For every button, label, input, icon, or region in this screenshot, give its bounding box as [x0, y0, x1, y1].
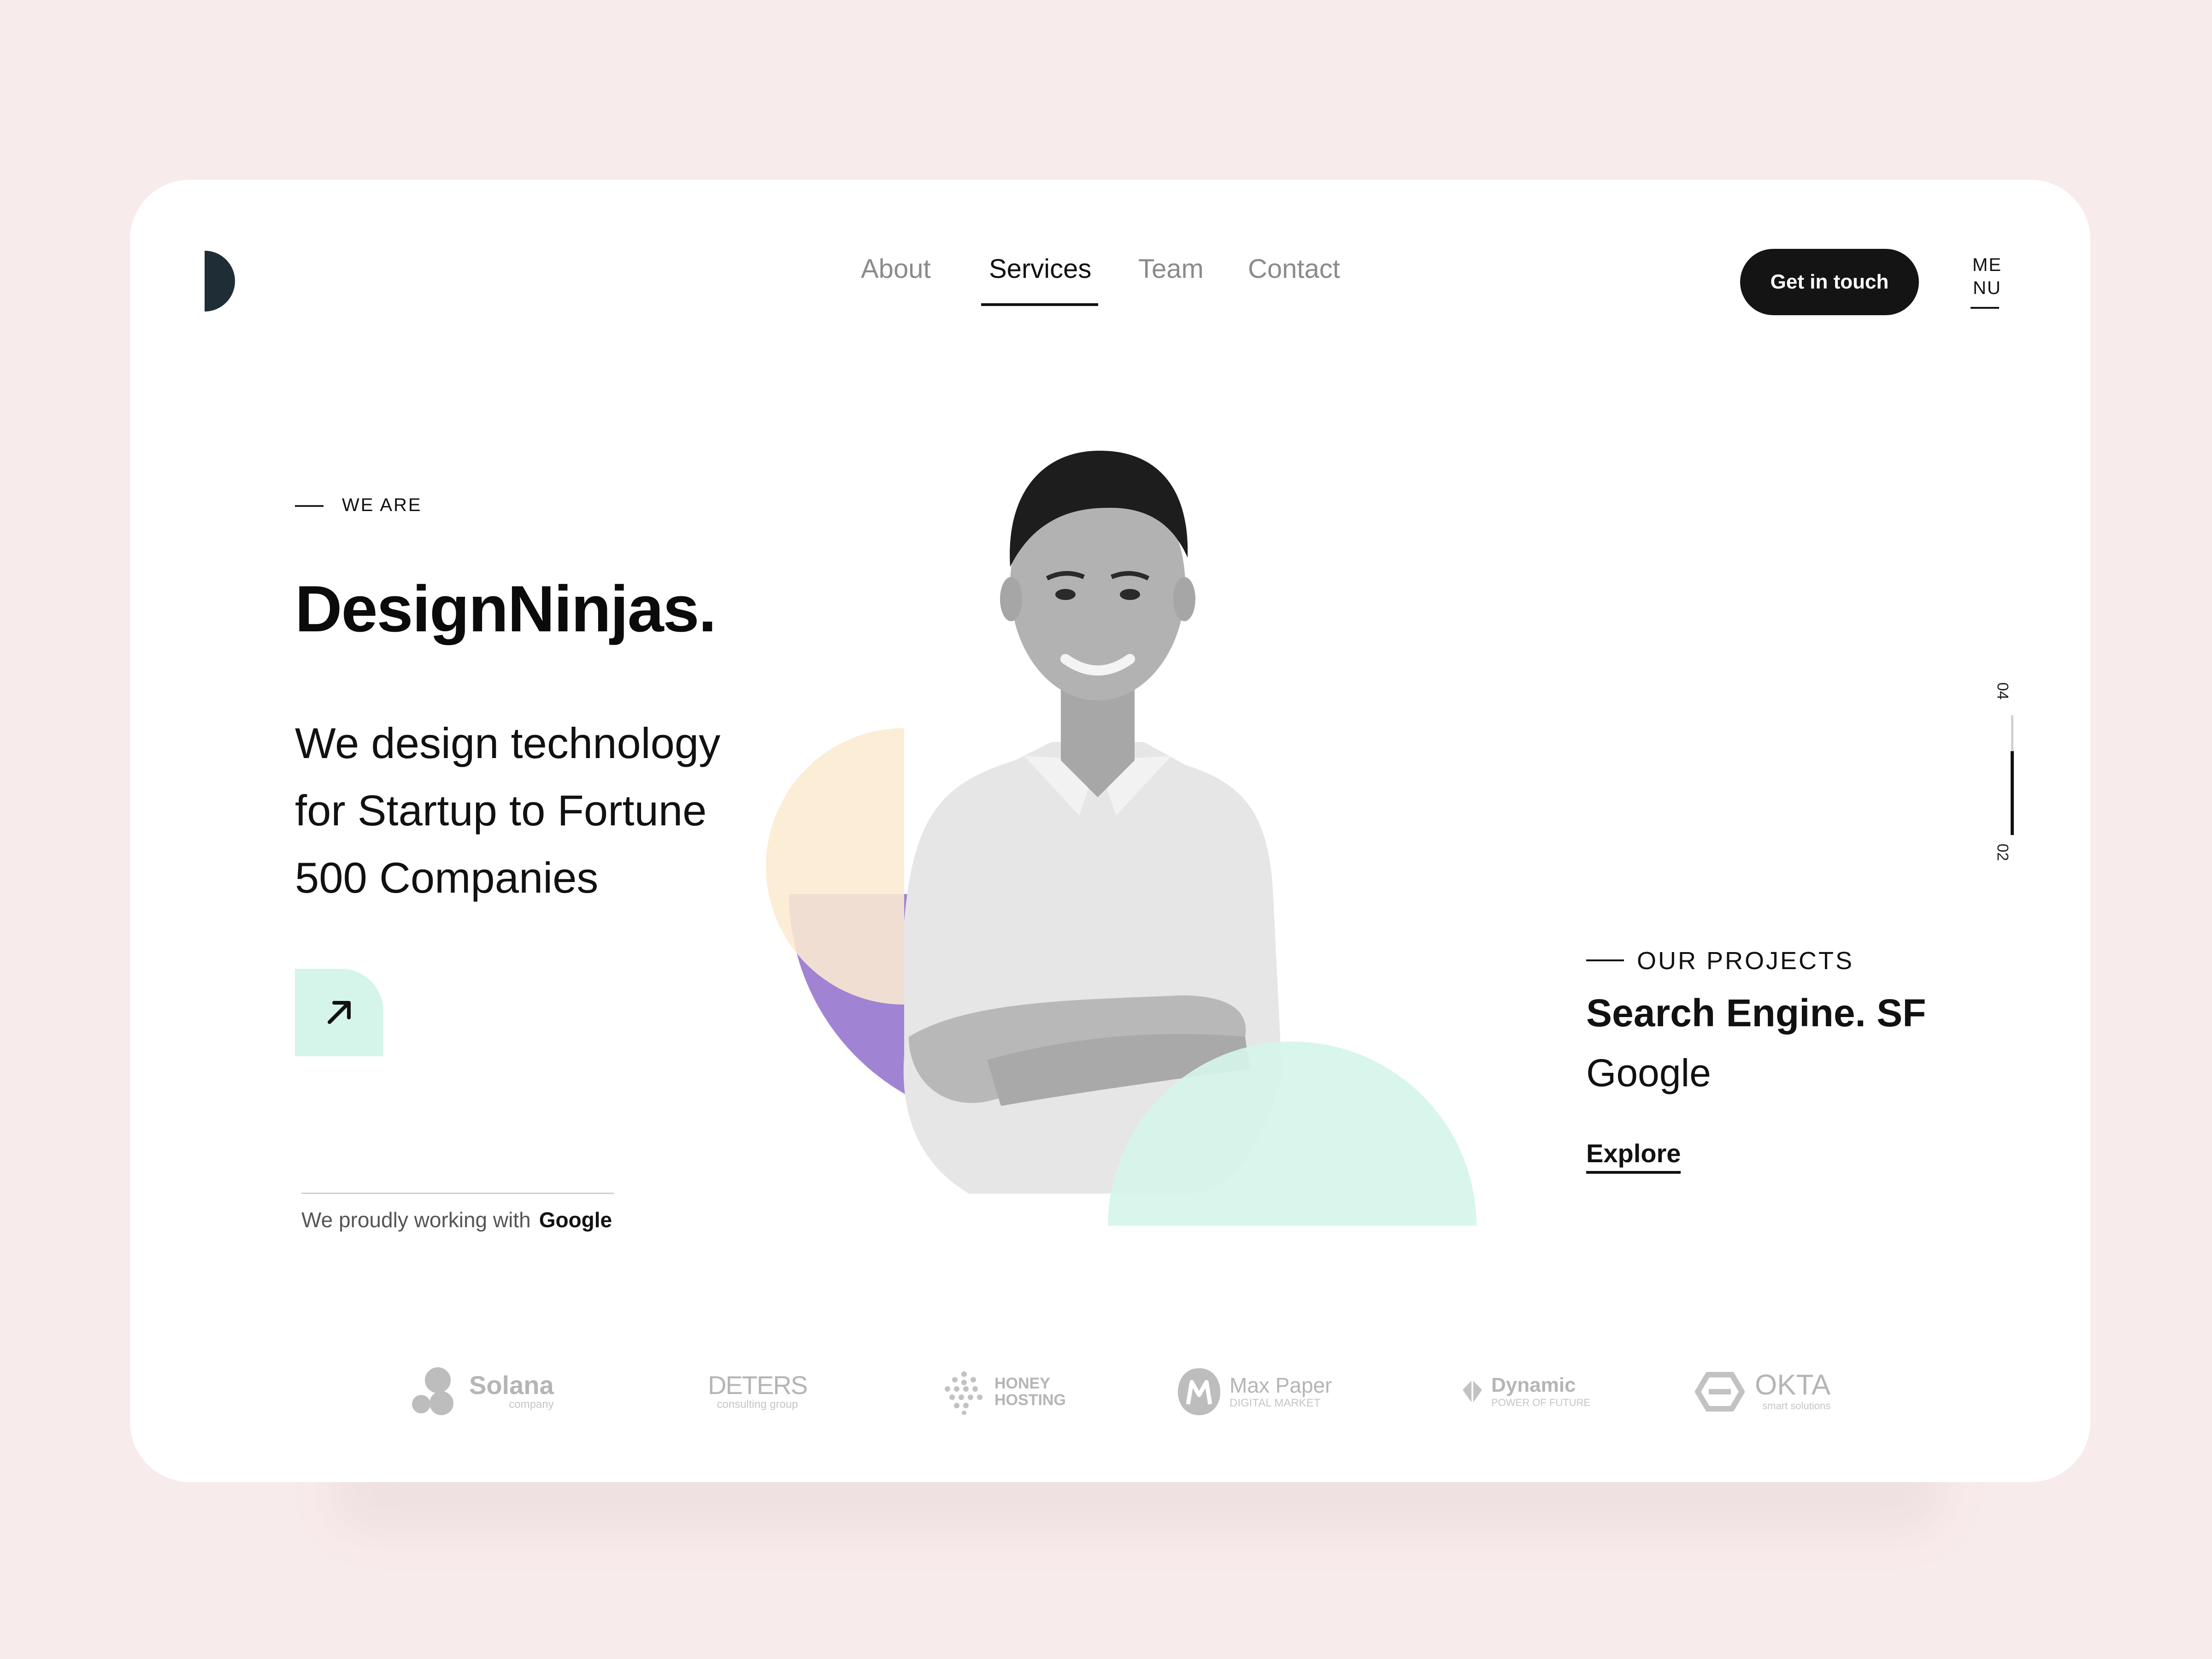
- client-logos: Solana company DETERS consulting group HON…: [130, 1355, 2090, 1447]
- client-name: HONEY: [994, 1375, 1050, 1392]
- nav-about[interactable]: About: [861, 253, 931, 284]
- client-logo-maxpaper[interactable]: Max Paper DIGITAL MARKET: [1176, 1355, 1332, 1429]
- partner-statement: We proudly working with Google: [301, 1207, 612, 1232]
- hero-brand-title: DesignNinjas.: [295, 572, 717, 646]
- landing-card: About Services Team Contact Get in touch…: [130, 180, 2090, 1482]
- eyebrow-dash: [295, 505, 324, 507]
- arrow-up-right-icon: [328, 1001, 351, 1024]
- diamond-logo-icon: [1463, 1380, 1482, 1404]
- client-sub: DIGITAL MARKET: [1230, 1397, 1321, 1409]
- project-title: Search Engine. SF: [1586, 991, 1926, 1035]
- solana-logo-icon: [412, 1367, 453, 1415]
- menu-underline: [1971, 307, 1999, 309]
- nav-services[interactable]: Services: [989, 253, 1091, 284]
- client-name: Max Paper: [1230, 1373, 1332, 1397]
- client-logo-deters[interactable]: DETERS consulting group: [708, 1355, 808, 1429]
- project-eyebrow: OUR PROJECTS: [1637, 947, 1854, 975]
- nav-contact[interactable]: Contact: [1248, 253, 1340, 284]
- client-name: DETERS: [708, 1371, 808, 1400]
- partner-name: Google: [539, 1208, 612, 1232]
- client-logo-honey[interactable]: HONEY HOSTING: [941, 1355, 1066, 1429]
- hero-tagline: We design technology for Startup to Fort…: [295, 719, 721, 902]
- client-sub: POWER OF FUTURE: [1491, 1397, 1591, 1408]
- partner-prefix: We proudly working with: [301, 1208, 531, 1232]
- client-name: Dynamic: [1491, 1374, 1576, 1396]
- client-logo-okta[interactable]: OKTA smart solutions: [1692, 1355, 1830, 1429]
- nav-team[interactable]: Team: [1138, 253, 1204, 284]
- partner-divider: [301, 1193, 614, 1194]
- m-logo-icon: [1178, 1368, 1220, 1415]
- slider-progress: [2011, 751, 2014, 835]
- client-name: OKTA: [1755, 1369, 1831, 1401]
- hero-arrow-button[interactable]: [295, 969, 383, 1056]
- explore-link[interactable]: Explore: [1586, 1138, 1681, 1174]
- project-client: Google: [1586, 1051, 1711, 1094]
- menu-button[interactable]: ME NU: [1969, 253, 2006, 300]
- menu-label-line2: NU: [1973, 278, 2001, 298]
- project-eyebrow-dash: [1586, 959, 1624, 961]
- s-hex-logo-icon: [1695, 1372, 1745, 1412]
- client-name: Solana: [469, 1371, 554, 1400]
- hero-eyebrow: WE ARE: [342, 495, 422, 515]
- get-in-touch-button[interactable]: Get in touch: [1740, 249, 1919, 315]
- nav-active-indicator: [981, 303, 1098, 306]
- slider-current: 02: [1994, 843, 2012, 861]
- slider-total: 04: [1994, 682, 2012, 700]
- client-sub: HOSTING: [994, 1391, 1066, 1409]
- client-logo-solana[interactable]: Solana company: [411, 1355, 554, 1429]
- cream-half-circle: [766, 728, 904, 1005]
- menu-label-line1: ME: [1972, 255, 2002, 275]
- client-logo-dynamic[interactable]: Dynamic POWER OF FUTURE: [1461, 1355, 1590, 1429]
- honey-dots-logo-icon: [945, 1371, 982, 1415]
- client-sub: company: [509, 1398, 554, 1411]
- client-sub: smart solutions: [1762, 1400, 1831, 1412]
- hero-illustration: [766, 450, 1477, 1226]
- client-sub: consulting group: [717, 1398, 798, 1411]
